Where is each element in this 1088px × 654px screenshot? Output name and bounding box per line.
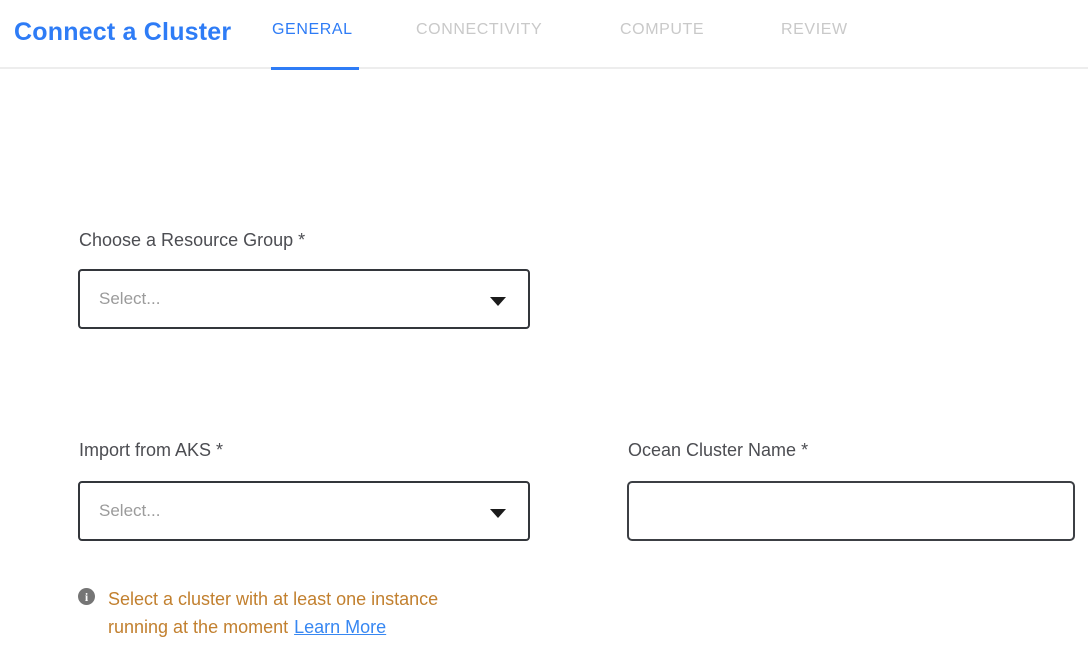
import-aks-label: Import from AKS * xyxy=(79,440,223,461)
import-aks-select[interactable]: Select... xyxy=(78,481,530,541)
wizard-header: Connect a Cluster GENERAL CONNECTIVITY C… xyxy=(0,0,1088,69)
page-title: Connect a Cluster xyxy=(14,18,231,47)
tab-review[interactable]: REVIEW xyxy=(781,21,848,39)
info-note: Select a cluster with at least one insta… xyxy=(108,585,478,641)
ocean-cluster-name-input[interactable] xyxy=(627,481,1075,541)
active-tab-underline xyxy=(271,67,359,70)
connect-cluster-page: Connect a Cluster GENERAL CONNECTIVITY C… xyxy=(0,0,1088,654)
tab-compute[interactable]: COMPUTE xyxy=(620,21,704,39)
info-circle-icon: i xyxy=(78,588,95,605)
learn-more-link[interactable]: Learn More xyxy=(294,617,386,637)
tab-connectivity[interactable]: CONNECTIVITY xyxy=(416,21,542,39)
import-aks-select-placeholder: Select... xyxy=(99,501,160,521)
ocean-cluster-name-label: Ocean Cluster Name * xyxy=(628,440,808,461)
resource-group-label: Choose a Resource Group * xyxy=(79,230,305,251)
chevron-down-icon xyxy=(490,297,506,306)
resource-group-select-placeholder: Select... xyxy=(99,289,160,309)
tab-general[interactable]: GENERAL xyxy=(272,21,353,39)
info-note-text: Select a cluster with at least one insta… xyxy=(108,589,438,637)
chevron-down-icon xyxy=(490,509,506,518)
resource-group-select[interactable]: Select... xyxy=(78,269,530,329)
